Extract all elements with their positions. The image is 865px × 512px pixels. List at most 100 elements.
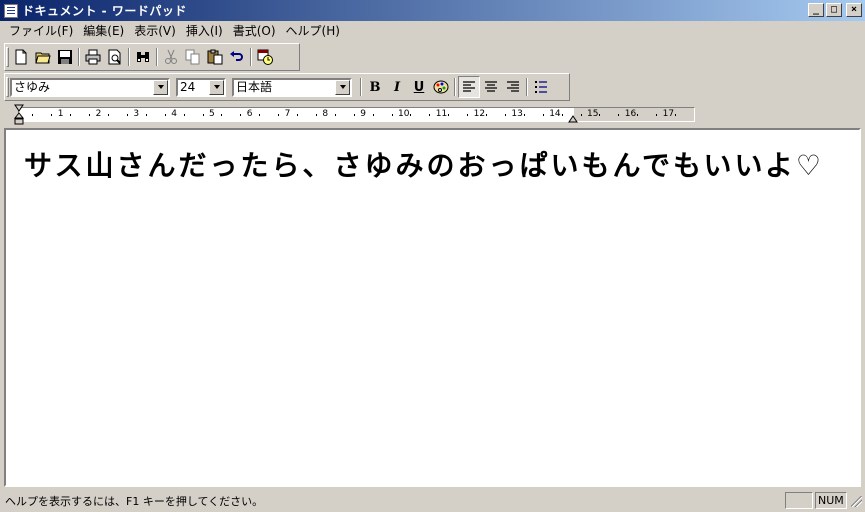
menu-edit[interactable]: 編集(E)	[78, 22, 129, 40]
ruler-number: 17	[662, 109, 675, 119]
close-button[interactable]: ×	[846, 3, 862, 17]
align-left-icon	[463, 81, 475, 92]
ruler-tick	[259, 114, 261, 116]
toolbar-separator	[126, 46, 132, 68]
ruler-tick	[202, 114, 204, 116]
ruler-tick	[675, 114, 677, 116]
toolbar-separator	[76, 46, 82, 68]
ruler-number: 14	[549, 109, 561, 119]
ruler-tick	[32, 114, 34, 116]
document-text[interactable]: サス山さんだったら、さゆみのおっぱいもんでもいいよ♡	[24, 144, 824, 184]
align-left-button[interactable]	[458, 76, 480, 98]
ruler-tick	[599, 114, 601, 116]
ruler-number: 11	[435, 109, 448, 119]
ruler-number: 4	[171, 109, 177, 119]
ruler-tick	[637, 114, 639, 116]
align-right-button[interactable]	[502, 76, 524, 98]
color-button[interactable]	[430, 76, 452, 98]
find-button[interactable]	[132, 46, 154, 68]
print-preview-button[interactable]	[104, 46, 126, 68]
print-button[interactable]	[82, 46, 104, 68]
copy-icon	[185, 49, 200, 65]
undo-arrow-icon	[230, 51, 243, 61]
ruler-tick	[89, 114, 91, 116]
maximize-button[interactable]: □	[826, 3, 842, 17]
toolbar-separator	[452, 76, 458, 98]
title-bar[interactable]: ドキュメント - ワードパッド _ □ ×	[0, 0, 865, 21]
ruler-tick	[108, 114, 110, 116]
font-name-combobox[interactable]: さゆみ	[10, 77, 170, 97]
wordpad-icon[interactable]	[4, 3, 18, 18]
cut-button[interactable]	[160, 46, 182, 68]
undo-button[interactable]	[226, 46, 248, 68]
underline-button[interactable]: U	[408, 76, 430, 98]
ruler-tick	[410, 114, 412, 116]
align-center-button[interactable]	[480, 76, 502, 98]
ruler-tick	[467, 114, 469, 116]
script-combobox[interactable]: 日本語	[232, 77, 352, 97]
menu-file[interactable]: ファイル(F)	[4, 22, 78, 40]
toolbar-grip[interactable]	[6, 47, 9, 67]
align-right-icon	[507, 81, 519, 92]
binoculars-icon	[137, 52, 149, 62]
minimize-button[interactable]: _	[808, 3, 824, 17]
open-folder-icon	[35, 52, 51, 64]
bold-button[interactable]: B	[364, 76, 386, 98]
script-value: 日本語	[236, 79, 273, 94]
toolbar-grip[interactable]	[6, 77, 9, 97]
ruler-tick	[504, 114, 506, 116]
open-button[interactable]	[32, 46, 54, 68]
paste-button[interactable]	[204, 46, 226, 68]
date-time-icon	[257, 49, 273, 65]
save-button[interactable]	[54, 46, 76, 68]
menu-insert[interactable]: 挿入(I)	[181, 22, 228, 40]
window-controls: _ □ ×	[808, 3, 862, 17]
ruler-number: 3	[133, 109, 140, 119]
menu-format[interactable]: 書式(O)	[228, 22, 281, 40]
print-preview-icon	[108, 49, 121, 65]
font-size-combobox[interactable]: 24	[176, 77, 226, 97]
save-disk-icon	[58, 50, 72, 64]
printer-icon	[85, 49, 101, 65]
ruler-tick	[523, 114, 525, 116]
status-panel-empty	[785, 492, 813, 509]
format-toolbar: さゆみ 24 日本語 B I U	[4, 73, 570, 101]
bullet-list-icon	[535, 81, 547, 93]
font-size-dropdown-arrow-icon[interactable]	[209, 79, 224, 95]
bullets-button[interactable]	[530, 76, 552, 98]
ruler-number: 15	[587, 109, 599, 119]
right-indent-marker-icon[interactable]	[568, 112, 579, 124]
toolbar-separator	[154, 46, 160, 68]
align-center-icon	[485, 81, 497, 92]
ruler-tick	[429, 114, 431, 116]
ruler-number: 1	[57, 109, 64, 119]
font-name-dropdown-arrow-icon[interactable]	[153, 79, 168, 95]
ruler-tick	[278, 114, 280, 116]
document-area[interactable]: サス山さんだったら、さゆみのおっぱいもんでもいいよ♡	[4, 128, 861, 487]
menu-bar: ファイル(F) 編集(E) 表示(V) 挿入(I) 書式(O) ヘルプ(H)	[0, 21, 865, 40]
ruler-number: 16	[624, 109, 637, 119]
font-name-value: さゆみ	[14, 79, 51, 94]
ruler-tick	[221, 114, 223, 116]
ruler-tick	[315, 114, 317, 116]
italic-button[interactable]: I	[386, 76, 408, 98]
ruler-tick	[542, 114, 544, 116]
menu-help[interactable]: ヘルプ(H)	[281, 22, 345, 40]
script-dropdown-arrow-icon[interactable]	[335, 79, 350, 95]
ruler[interactable]: 1 2 3 4 5 6 7 8 9 10 11 12 13 14 15 16 17	[4, 104, 861, 126]
scissors-icon	[165, 49, 177, 64]
ruler-number: 8	[322, 109, 329, 119]
ruler-tick	[580, 114, 582, 116]
ruler-number: 13	[511, 109, 523, 119]
copy-button[interactable]	[182, 46, 204, 68]
ruler-tick	[618, 114, 620, 116]
new-document-button[interactable]	[10, 46, 32, 68]
ruler-tick	[448, 114, 450, 116]
size-grip-icon[interactable]	[849, 494, 863, 508]
ruler-tick	[486, 114, 488, 116]
insert-date-time-button[interactable]	[254, 46, 276, 68]
menu-view[interactable]: 表示(V)	[129, 22, 181, 40]
left-indent-marker-icon[interactable]	[14, 104, 25, 126]
ruler-bar[interactable]: 1 2 3 4 5 6 7 8 9 10 11 12 13 14 15 16 17	[18, 107, 695, 122]
ruler-tick	[334, 114, 336, 116]
